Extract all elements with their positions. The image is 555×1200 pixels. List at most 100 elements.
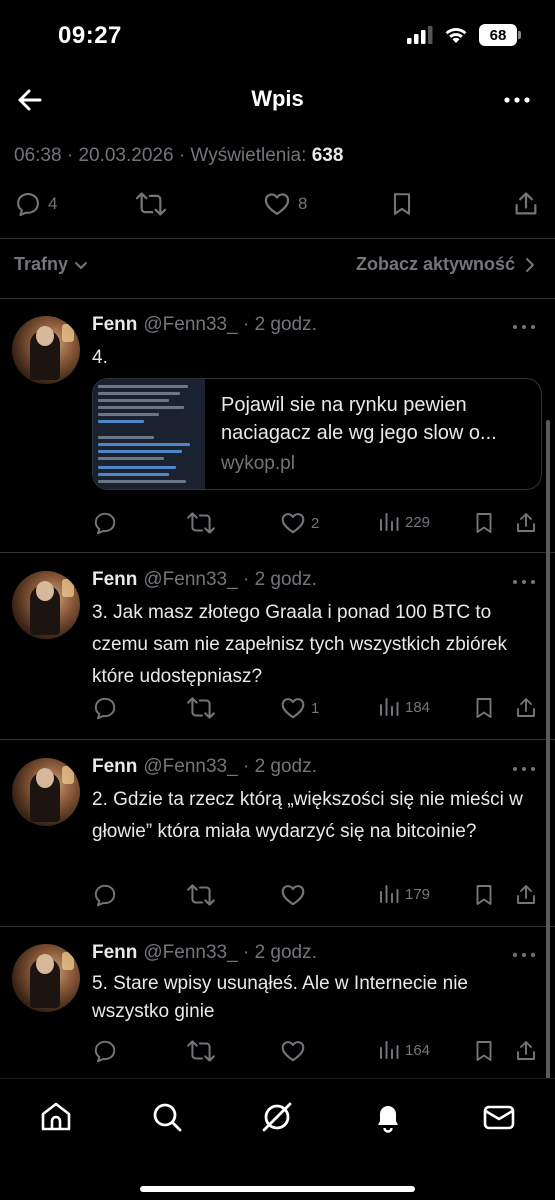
heart-icon	[281, 1041, 305, 1062]
divider	[0, 926, 555, 927]
sort-dropdown[interactable]: Trafny	[14, 254, 90, 275]
reply-count: 4	[48, 194, 58, 213]
reply-button[interactable]	[92, 1038, 118, 1064]
like-button[interactable]: 8	[262, 190, 307, 218]
share-icon	[515, 192, 537, 215]
retweet-button[interactable]	[186, 695, 216, 721]
bookmark-icon	[476, 885, 492, 905]
share-button[interactable]	[514, 882, 538, 908]
views-count: 229	[405, 513, 431, 531]
reply-button[interactable]	[92, 882, 118, 908]
scrollbar[interactable]	[546, 420, 550, 1080]
reply-header: Fenn @Fenn33_ · 2 godz.	[92, 942, 317, 964]
avatar[interactable]	[12, 316, 80, 384]
activity-label: Zobacz aktywność	[355, 254, 515, 274]
author-name[interactable]: Fenn	[92, 314, 137, 335]
home-icon[interactable]	[38, 1099, 74, 1135]
divider	[0, 739, 555, 740]
avatar[interactable]	[12, 944, 80, 1012]
more-icon[interactable]	[511, 764, 537, 774]
reply-icon	[94, 1040, 116, 1063]
mail-icon[interactable]	[481, 1099, 517, 1135]
link-domain: wykop.pl	[221, 453, 295, 474]
retweet-button[interactable]	[186, 882, 216, 908]
retweet-button[interactable]	[186, 1038, 216, 1064]
link-thumbnail	[93, 379, 205, 489]
post-time: 06:38	[14, 145, 62, 166]
author-name[interactable]: Fenn	[92, 569, 137, 590]
status-bar: 09:27 68	[0, 0, 555, 70]
home-indicator	[140, 1186, 415, 1192]
replies-sort-row: Trafny Zobacz aktywność	[0, 250, 555, 280]
bookmark-button[interactable]	[472, 882, 496, 908]
like-count: 8	[298, 194, 308, 213]
battery-indicator: 68	[479, 24, 521, 46]
views-button[interactable]: 184	[378, 695, 430, 719]
share-icon	[517, 1041, 535, 1060]
post-date: 20.03.2026	[78, 145, 174, 166]
bookmark-button[interactable]	[472, 695, 496, 721]
reply-item[interactable]: Fenn @Fenn33_ · 2 godz. 3. Jak masz złote…	[0, 555, 555, 738]
bell-icon[interactable]	[370, 1099, 406, 1135]
retweet-button[interactable]	[186, 510, 216, 536]
author-handle[interactable]: @Fenn33_ · 2 godz.	[143, 314, 317, 335]
more-icon[interactable]	[511, 577, 537, 587]
heart-icon	[281, 698, 305, 719]
reply-icon	[17, 193, 39, 217]
bookmark-button[interactable]	[389, 190, 415, 218]
reply-item[interactable]: Fenn @Fenn33_ · 2 godz. 4. Pojawil sie na…	[0, 300, 555, 552]
like-button[interactable]	[280, 882, 311, 908]
status-time: 09:27	[58, 22, 122, 49]
share-button[interactable]	[514, 1038, 538, 1064]
bookmark-button[interactable]	[472, 1038, 496, 1064]
reply-text: 3. Jak masz złotego Graala i ponad 100 B…	[92, 602, 507, 687]
reply-item[interactable]: Fenn @Fenn33_ · 2 godz. 5. Stare wpisy us…	[0, 928, 555, 1078]
bookmark-button[interactable]	[472, 510, 496, 536]
reply-button[interactable]	[92, 510, 118, 536]
author-name[interactable]: Fenn	[92, 942, 137, 963]
reply-item[interactable]: Fenn @Fenn33_ · 2 godz. 2. Gdzie ta rzecz…	[0, 742, 555, 925]
share-button[interactable]	[514, 510, 538, 536]
share-icon	[517, 513, 535, 532]
views-count: 638	[311, 145, 344, 166]
reply-button[interactable]	[92, 695, 118, 721]
avatar[interactable]	[12, 571, 80, 639]
reply-actions: 179	[92, 880, 552, 910]
views-button[interactable]: 179	[378, 882, 430, 906]
like-count: 2	[311, 514, 320, 532]
author-handle[interactable]: @Fenn33_ · 2 godz.	[143, 756, 317, 777]
views-icon	[380, 885, 399, 903]
views-button[interactable]: 229	[378, 510, 430, 534]
author-handle[interactable]: @Fenn33_ · 2 godz.	[143, 942, 317, 963]
views-icon	[380, 1041, 399, 1059]
bookmark-icon	[476, 513, 492, 533]
retweet-icon	[187, 512, 215, 534]
link-card[interactable]: Pojawil sie na rynku pewien naciagacz al…	[92, 378, 542, 490]
share-button[interactable]	[512, 190, 540, 218]
reply-button[interactable]: 4	[14, 190, 57, 218]
search-icon[interactable]	[149, 1099, 185, 1135]
reply-text: 4.	[92, 347, 108, 368]
like-button[interactable]	[280, 1038, 311, 1064]
link-title: Pojawil sie na rynku pewien naciagacz al…	[221, 394, 497, 444]
author-handle[interactable]: @Fenn33_ · 2 godz.	[143, 569, 317, 590]
reply-header: Fenn @Fenn33_ · 2 godz.	[92, 314, 317, 336]
reply-header: Fenn @Fenn33_ · 2 godz.	[92, 569, 317, 591]
share-button[interactable]	[514, 695, 538, 721]
views-count: 179	[405, 885, 431, 903]
grok-icon[interactable]	[259, 1099, 295, 1135]
like-button[interactable]: 1	[280, 695, 319, 721]
post-actions: 4 8	[0, 186, 555, 226]
more-icon[interactable]	[511, 950, 537, 960]
like-button[interactable]: 2	[280, 510, 319, 536]
activity-link[interactable]: Zobacz aktywność	[356, 254, 537, 275]
views-button[interactable]: 164	[378, 1038, 430, 1062]
views-label: Wyświetlenia:	[190, 145, 307, 166]
retweet-button[interactable]	[134, 190, 168, 218]
more-icon[interactable]	[501, 84, 533, 116]
bookmark-icon	[476, 1041, 492, 1061]
avatar[interactable]	[12, 758, 80, 826]
more-icon[interactable]	[511, 322, 537, 332]
author-name[interactable]: Fenn	[92, 756, 137, 777]
share-icon	[517, 698, 535, 717]
